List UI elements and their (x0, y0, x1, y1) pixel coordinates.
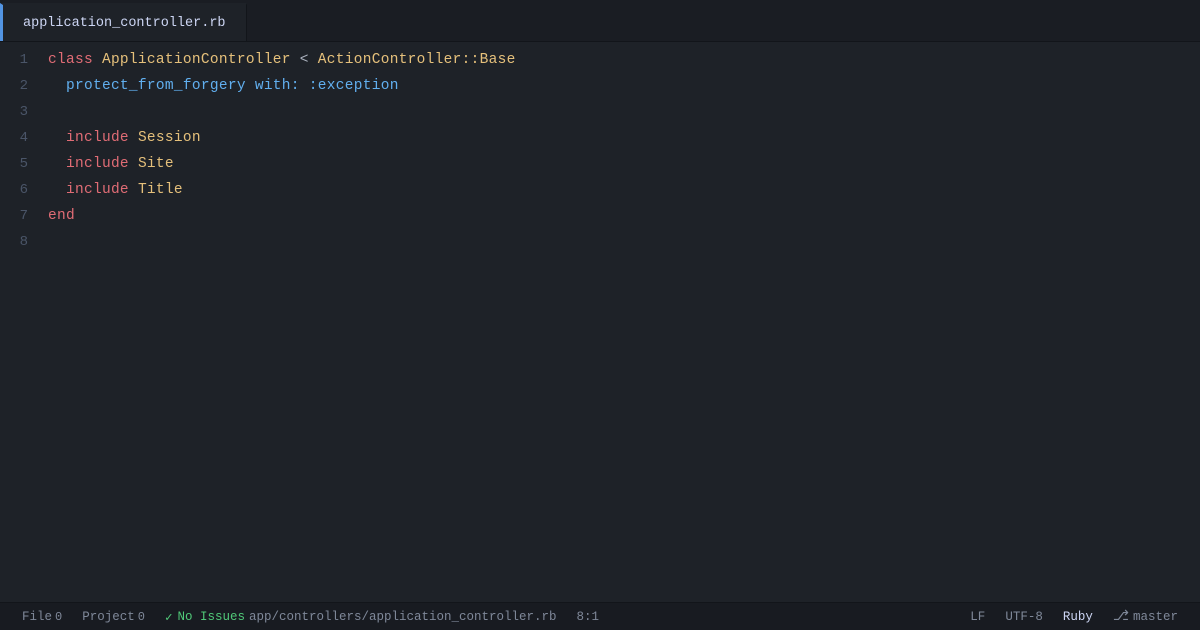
line-number: 3 (10, 104, 48, 120)
line-content: include Title (48, 182, 183, 198)
line-content: end (48, 208, 75, 224)
file-status[interactable]: File 0 (12, 603, 72, 630)
line-number: 8 (10, 234, 48, 250)
language[interactable]: Ruby (1053, 603, 1103, 630)
tab-bar: application_controller.rb (0, 0, 1200, 42)
tab-application-controller[interactable]: application_controller.rb (0, 3, 247, 41)
file-path: app/controllers/application_controller.r… (249, 610, 557, 624)
code-line: 2 protect_from_forgery with: :exception (0, 78, 1200, 104)
project-label: Project (82, 610, 135, 624)
git-branch[interactable]: ⎇ master (1103, 608, 1188, 625)
line-content: class ApplicationController < ActionCont… (48, 52, 516, 68)
tab-label: application_controller.rb (23, 16, 226, 31)
code-area[interactable]: 1class ApplicationController < ActionCon… (0, 42, 1200, 602)
code-line: 1class ApplicationController < ActionCon… (0, 52, 1200, 78)
encoding-label: UTF-8 (1005, 610, 1043, 624)
line-number: 2 (10, 78, 48, 94)
line-content: protect_from_forgery with: :exception (48, 78, 399, 94)
code-line: 5 include Site (0, 156, 1200, 182)
cursor-position[interactable]: 8:1 (567, 603, 610, 630)
code-line: 6 include Title (0, 182, 1200, 208)
editor-area: 1class ApplicationController < ActionCon… (0, 42, 1200, 602)
issues-status[interactable]: ✓ No Issues app/controllers/application_… (155, 603, 567, 630)
file-count: 0 (55, 610, 62, 624)
line-content: include Session (48, 130, 201, 146)
code-line: 4 include Session (0, 130, 1200, 156)
line-number: 1 (10, 52, 48, 68)
check-icon: ✓ (165, 609, 173, 625)
line-number: 7 (10, 208, 48, 224)
code-line: 3 (0, 104, 1200, 130)
git-icon: ⎇ (1113, 608, 1129, 625)
line-number: 4 (10, 130, 48, 146)
project-status[interactable]: Project 0 (72, 603, 155, 630)
status-bar: File 0 Project 0 ✓ No Issues app/control… (0, 602, 1200, 630)
project-count: 0 (138, 610, 145, 624)
line-ending-label: LF (970, 610, 985, 624)
cursor-pos-label: 8:1 (577, 610, 600, 624)
language-label: Ruby (1063, 610, 1093, 624)
line-number: 5 (10, 156, 48, 172)
file-label: File (22, 610, 52, 624)
code-line: 7end (0, 208, 1200, 234)
line-content: include Site (48, 156, 174, 172)
encoding[interactable]: UTF-8 (995, 603, 1053, 630)
line-number: 6 (10, 182, 48, 198)
branch-label: master (1133, 610, 1178, 624)
no-issues-label: No Issues (177, 610, 245, 624)
line-ending[interactable]: LF (960, 603, 995, 630)
code-line: 8 (0, 234, 1200, 260)
